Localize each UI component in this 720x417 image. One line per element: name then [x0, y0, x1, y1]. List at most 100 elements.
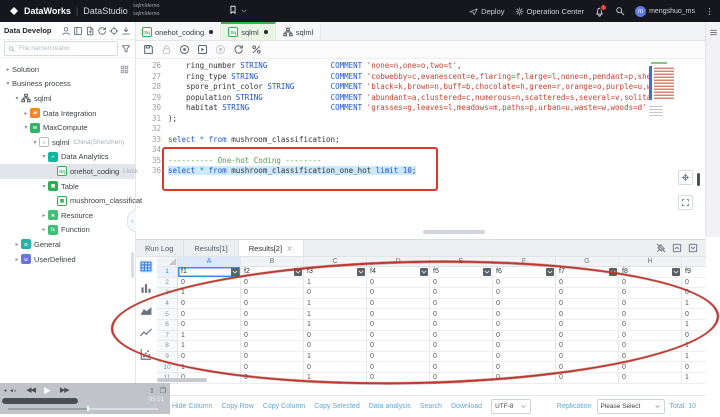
tree-item-mushroom-classificat[interactable]: ▦mushroom_classificat: [0, 193, 135, 208]
column-header-cell-f4[interactable]: f4: [367, 267, 430, 278]
grid-cell[interactable]: 1: [682, 352, 706, 363]
footer-link-search[interactable]: Search: [420, 403, 442, 410]
global-search-button[interactable]: [615, 6, 625, 16]
grid-cell[interactable]: 0: [241, 320, 304, 331]
grid-cell[interactable]: 1: [178, 331, 241, 342]
grid-cell[interactable]: 0: [493, 352, 556, 363]
tree-item-onehot-coding[interactable]: Sqonehot_codingl lock: [0, 164, 135, 179]
format-button[interactable]: [251, 44, 262, 55]
column-letter-A[interactable]: A: [178, 257, 241, 267]
board-icon[interactable]: [73, 26, 83, 36]
grid-cell[interactable]: 0: [367, 288, 430, 299]
column-dropdown-icon[interactable]: [357, 268, 365, 276]
right-panel-menu-icon[interactable]: [709, 28, 718, 37]
grid-cell[interactable]: 0: [241, 288, 304, 299]
grid-corner-cell[interactable]: [157, 257, 178, 267]
bookmark-caret-icon[interactable]: [240, 7, 248, 15]
grid-cell[interactable]: 0: [619, 331, 682, 342]
column-header-cell-f9[interactable]: f9: [682, 267, 706, 278]
grid-cell[interactable]: 0: [178, 320, 241, 331]
grid-cell[interactable]: 1: [304, 299, 367, 310]
grid-cell[interactable]: 1: [682, 299, 706, 310]
footer-link-download[interactable]: Download: [451, 403, 482, 410]
panel-collapse-icon[interactable]: [688, 243, 698, 253]
import-icon[interactable]: [121, 26, 131, 36]
row-number-7[interactable]: 7: [157, 331, 178, 342]
save-button[interactable]: [143, 44, 154, 55]
column-dropdown-icon[interactable]: [609, 268, 617, 276]
code-line-34[interactable]: 34: [135, 145, 706, 156]
code-line-28[interactable]: 28 spore_print_color STRING COMMENT 'bla…: [135, 82, 706, 93]
grid-cell[interactable]: 1: [682, 341, 706, 352]
column-letter-E[interactable]: E: [430, 257, 493, 267]
column-header-cell-f2[interactable]: f2: [241, 267, 304, 278]
grid-cell[interactable]: 0: [619, 278, 682, 289]
tree-expander-icon[interactable]: ▾: [40, 153, 48, 160]
bookmark-icon[interactable]: [228, 5, 238, 15]
operation-center-button[interactable]: Operation Center: [515, 7, 585, 16]
grid-cell[interactable]: 0: [619, 288, 682, 299]
editor-tab-onehot_coding[interactable]: Sqonehot_coding: [135, 22, 221, 40]
notifications-button[interactable]: [594, 6, 605, 17]
tree-item-general[interactable]: ▸GGeneral: [0, 237, 135, 252]
row-number-5[interactable]: 5: [157, 309, 178, 320]
tree-expander-icon[interactable]: ▾: [4, 80, 12, 87]
editor-tab-sqlml[interactable]: sqlml: [276, 22, 322, 40]
grid-cell[interactable]: 0: [682, 331, 706, 342]
grid-cell[interactable]: 0: [493, 299, 556, 310]
tree-expander-icon[interactable]: ▾: [13, 95, 21, 102]
grid-cell[interactable]: 0: [241, 278, 304, 289]
editor-vscrollbar-thumb[interactable]: [697, 173, 700, 186]
add-member-icon[interactable]: [61, 26, 71, 36]
grid-cell[interactable]: 1: [304, 373, 367, 384]
grid-cell[interactable]: 0: [619, 373, 682, 384]
grid-cell[interactable]: 0: [241, 352, 304, 363]
footer-link-hide-column[interactable]: Hide Column: [172, 403, 212, 410]
share-button[interactable]: ⇧: [149, 387, 155, 395]
grid-cell[interactable]: 0: [178, 278, 241, 289]
grid-cell[interactable]: 0: [241, 299, 304, 310]
code-line-31[interactable]: 31);: [135, 114, 706, 125]
grid-cell[interactable]: 0: [367, 373, 430, 384]
grid-cell[interactable]: 0: [430, 288, 493, 299]
scatter-chart-view-button[interactable]: [139, 348, 153, 361]
tree-expander-icon[interactable]: ▸: [4, 66, 12, 73]
column-letter-C[interactable]: C: [304, 257, 367, 267]
code-line-35[interactable]: 35---------- One-hot Coding --------: [135, 156, 706, 167]
locate-button[interactable]: [678, 170, 693, 185]
footer-link-copy-selected[interactable]: Copy Selected: [314, 403, 360, 410]
tree-expander-icon[interactable]: ▸: [13, 256, 21, 263]
run-button[interactable]: [179, 44, 190, 55]
tree-item-table[interactable]: ▾▦Table: [0, 179, 135, 194]
grid-cell[interactable]: 1: [304, 278, 367, 289]
grid-cell[interactable]: 0: [430, 373, 493, 384]
grid-cell[interactable]: 0: [430, 299, 493, 310]
grid-cell[interactable]: 1: [304, 309, 367, 320]
deploy-button[interactable]: Deploy: [469, 7, 504, 16]
tree-expander-icon[interactable]: ▸: [22, 110, 30, 117]
player-scrubber[interactable]: [0, 406, 170, 412]
pip-button[interactable]: ❐: [160, 387, 166, 395]
code-line-26[interactable]: 26 ring_number STRING COMMENT 'none=n,on…: [135, 61, 706, 72]
results-tab-results-2-[interactable]: Results[2]: [239, 240, 304, 256]
grid-cell[interactable]: 0: [241, 362, 304, 373]
tree-item-data-analytics[interactable]: ▾‹›Data Analytics: [0, 150, 135, 165]
column-dropdown-icon[interactable]: [546, 268, 554, 276]
grid-cell[interactable]: 0: [493, 341, 556, 352]
line-chart-view-button[interactable]: [139, 326, 153, 339]
grid-cell[interactable]: 0: [493, 362, 556, 373]
grid-cell[interactable]: 0: [367, 299, 430, 310]
rewind-button[interactable]: ◀◀: [26, 387, 35, 395]
grid-cell[interactable]: 0: [556, 352, 619, 363]
grid-cell[interactable]: 0: [556, 299, 619, 310]
apps-icon[interactable]: [120, 65, 129, 74]
results-table-view-button[interactable]: [139, 260, 153, 273]
grid-cell[interactable]: 0: [556, 341, 619, 352]
bar-chart-view-button[interactable]: [139, 282, 153, 295]
code-line-29[interactable]: 29 population STRING COMMENT 'abundant=a…: [135, 93, 706, 104]
grid-cell[interactable]: 0: [556, 331, 619, 342]
grid-cell[interactable]: 0: [430, 320, 493, 331]
tree-item-function[interactable]: ▸fxFunction: [0, 223, 135, 238]
grid-cell[interactable]: 0: [430, 309, 493, 320]
tree-item-maxcompute[interactable]: ▾MMaxCompute: [0, 120, 135, 135]
